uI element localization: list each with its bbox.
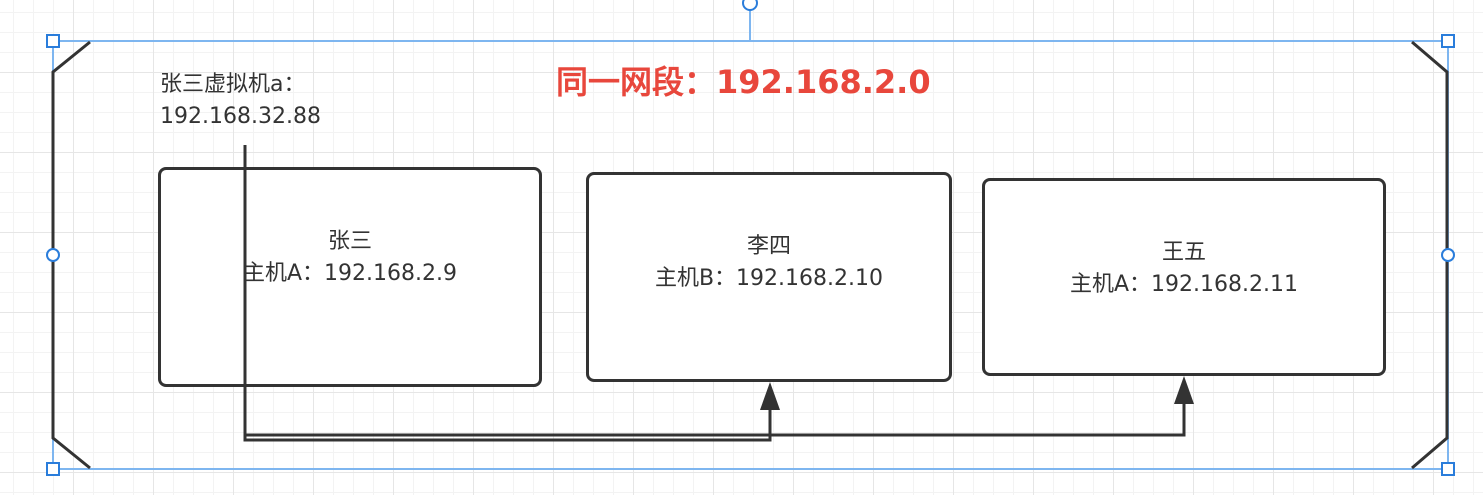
rotation-handle[interactable] — [742, 0, 758, 11]
host-address: 主机A：192.168.2.11 — [1069, 272, 1298, 297]
vm-label-line-2: 192.168.32.88 — [160, 104, 321, 129]
network-segment-title: 同一网段：192.168.2.0 — [556, 63, 931, 101]
diagram-canvas[interactable]: 同一网段：192.168.2.0 张三虚拟机a： 192.168.32.88 张… — [0, 0, 1483, 495]
connection-handle-left[interactable] — [46, 248, 60, 262]
host-address: 主机B：192.168.2.10 — [654, 266, 884, 291]
resize-handle-bottom-right[interactable] — [1441, 462, 1455, 476]
connection-handle-right[interactable] — [1441, 248, 1455, 262]
host-name: 王五 — [1161, 240, 1206, 265]
resize-handle-bottom-left[interactable] — [46, 462, 60, 476]
host-box-lisi[interactable]: 李四 主机B：192.168.2.10 — [586, 172, 952, 382]
resize-handle-top-left[interactable] — [46, 34, 60, 48]
vm-label-line-1: 张三虚拟机a： — [160, 72, 306, 97]
host-address: 主机A：192.168.2.9 — [242, 261, 457, 286]
host-name: 张三 — [327, 229, 372, 254]
resize-handle-top-right[interactable] — [1441, 34, 1455, 48]
host-name: 李四 — [746, 234, 791, 259]
host-box-zhangsan[interactable]: 张三 主机A：192.168.2.9 — [158, 167, 542, 387]
host-box-wangwu[interactable]: 王五 主机A：192.168.2.11 — [982, 178, 1386, 376]
